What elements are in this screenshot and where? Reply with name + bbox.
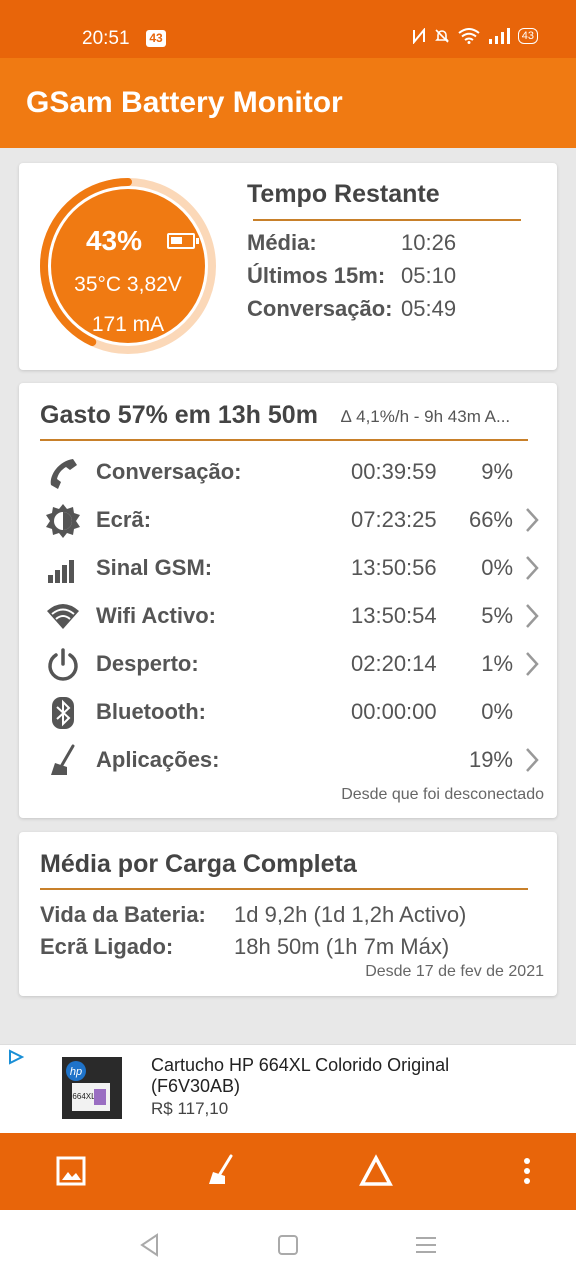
divider [40, 888, 528, 890]
usage-row-call: Conversação: 00:39:59 9% [19, 447, 557, 495]
delta-icon[interactable] [358, 1153, 394, 1189]
wifi-status-icon [458, 28, 480, 44]
average-row: Ecrã Ligado: 18h 50m (1h 7m Máx) [40, 934, 449, 960]
battery-current: 171 mA [91, 313, 165, 336]
usage-row-screen[interactable]: Ecrã: 07:23:25 66% [19, 495, 557, 543]
average-row: Vida da Bateria: 1d 9,2h (1d 1,2h Activo… [40, 902, 466, 928]
usage-row-awake[interactable]: Desperto: 02:20:14 1% [19, 639, 557, 687]
usage-percent: 1% [481, 651, 513, 676]
signal-icon [48, 560, 74, 583]
usage-card: Gasto 57% em 13h 50m ∆ 4,1%/h - 9h 43m A… [19, 383, 557, 818]
notification-badge: 43 [146, 30, 166, 47]
wifi-icon [47, 604, 79, 629]
divider [40, 439, 528, 441]
usage-label: Wifi Activo: [96, 603, 216, 628]
app-bar: GSam Battery Monitor [0, 58, 576, 148]
usage-row-wifi[interactable]: Wifi Activo: 13:50:54 5% [19, 591, 557, 639]
average-footer: Desde 17 de fev de 2021 [365, 963, 544, 980]
usage-label: Aplicações: [96, 747, 220, 772]
ad-price: R$ 117,10 [151, 1099, 229, 1118]
row-label: Conversação: [247, 296, 393, 321]
product-label: 664XL [72, 1092, 96, 1101]
chevron-right-icon[interactable] [523, 603, 541, 629]
broom-icon [51, 744, 75, 775]
bluetooth-icon [52, 697, 74, 729]
row-label: Média: [247, 230, 317, 255]
battery-summary-card[interactable]: 43% 35°C 3,82V 171 mA Tempo Restante Méd… [19, 163, 557, 370]
home-icon[interactable] [275, 1232, 301, 1258]
usage-label: Bluetooth: [96, 699, 206, 724]
chevron-right-icon[interactable] [523, 651, 541, 677]
usage-percent: 0% [481, 699, 513, 724]
image-icon[interactable] [53, 1153, 89, 1189]
time-remaining-row: Últimos 15m: 05:10 [247, 263, 456, 289]
usage-title: Gasto 57% em 13h 50m [40, 401, 318, 429]
brightness-icon [46, 504, 80, 538]
status-time: 20:51 [82, 28, 130, 49]
usage-rate: ∆ 4,1%/h - 9h 43m A... [341, 407, 511, 426]
usage-percent: 19% [468, 747, 513, 772]
divider [253, 219, 521, 221]
usage-time: 00:39:59 [351, 459, 437, 484]
recents-icon[interactable] [413, 1232, 439, 1258]
row-value: 10:26 [401, 230, 457, 255]
usage-percent: 5% [481, 603, 513, 628]
usage-row-apps[interactable]: Aplicações: 19% [19, 735, 557, 783]
row-value: 05:49 [401, 296, 457, 321]
usage-row-gsm[interactable]: Sinal GSM: 13:50:56 0% [19, 543, 557, 591]
status-icons: 43 [412, 28, 538, 44]
time-remaining-row: Média: 10:26 [247, 230, 456, 256]
chevron-right-icon[interactable] [523, 747, 541, 773]
ad-banner[interactable]: hp 664XL Cartucho HP 664XL Colorido Orig… [0, 1044, 576, 1133]
usage-label: Conversação: [96, 459, 242, 484]
ad-choices-icon[interactable] [8, 1049, 24, 1065]
time-remaining-title: Tempo Restante [247, 180, 440, 208]
usage-label: Ecrã: [96, 507, 152, 532]
usage-time: 13:50:56 [351, 555, 437, 580]
average-card: Média por Carga Completa Vida da Bateria… [19, 832, 557, 996]
usage-percent: 0% [481, 555, 513, 580]
gauge-text: 43% 35°C 3,82V 171 mA [39, 177, 217, 355]
status-bar: 20:51 43 43 [0, 0, 576, 58]
ad-title[interactable]: Cartucho HP 664XL Colorido Original (F6V… [151, 1055, 531, 1097]
usage-footer: Desde que foi desconectado [341, 786, 544, 803]
product-image[interactable]: hp 664XL [60, 1053, 124, 1121]
usage-time: 00:00:00 [351, 699, 437, 724]
power-icon [48, 648, 78, 681]
usage-percent: 9% [481, 459, 513, 484]
phone-icon [50, 459, 77, 489]
usage-time: 07:23:25 [351, 507, 437, 532]
bottom-toolbar [0, 1133, 576, 1210]
usage-percent: 66% [468, 507, 513, 532]
more-vert-icon[interactable] [509, 1153, 545, 1189]
usage-time: 02:20:14 [351, 651, 437, 676]
app-title: GSam Battery Monitor [26, 86, 343, 119]
temp-voltage: 35°C 3,82V [74, 273, 182, 296]
row-value: 05:10 [401, 263, 457, 288]
row-label: Últimos 15m: [247, 263, 386, 288]
usage-label: Sinal GSM: [96, 555, 213, 580]
row-label: Ecrã Ligado: [40, 934, 174, 959]
chevron-right-icon[interactable] [523, 507, 541, 533]
average-title: Média por Carga Completa [40, 850, 357, 878]
back-icon[interactable] [137, 1232, 163, 1258]
cell-signal-icon [488, 28, 510, 44]
usage-time: 13:50:54 [351, 603, 437, 628]
row-value: 1d 9,2h (1d 1,2h Activo) [234, 902, 467, 927]
row-label: Vida da Bateria: [40, 902, 206, 927]
system-nav-bar [0, 1210, 576, 1280]
broom-icon[interactable] [202, 1153, 238, 1189]
chevron-right-icon[interactable] [523, 555, 541, 581]
time-remaining-row: Conversação: 05:49 [247, 296, 456, 322]
battery-status-icon: 43 [517, 28, 538, 44]
usage-label: Desperto: [96, 651, 199, 676]
row-value: 18h 50m (1h 7m Máx) [234, 934, 450, 959]
svg-text:hp: hp [70, 1066, 82, 1078]
usage-row-bluetooth: Bluetooth: 00:00:00 0% [19, 687, 557, 735]
mute-bell-icon [434, 29, 449, 43]
battery-icon [167, 233, 199, 249]
nfc-icon [412, 28, 425, 44]
